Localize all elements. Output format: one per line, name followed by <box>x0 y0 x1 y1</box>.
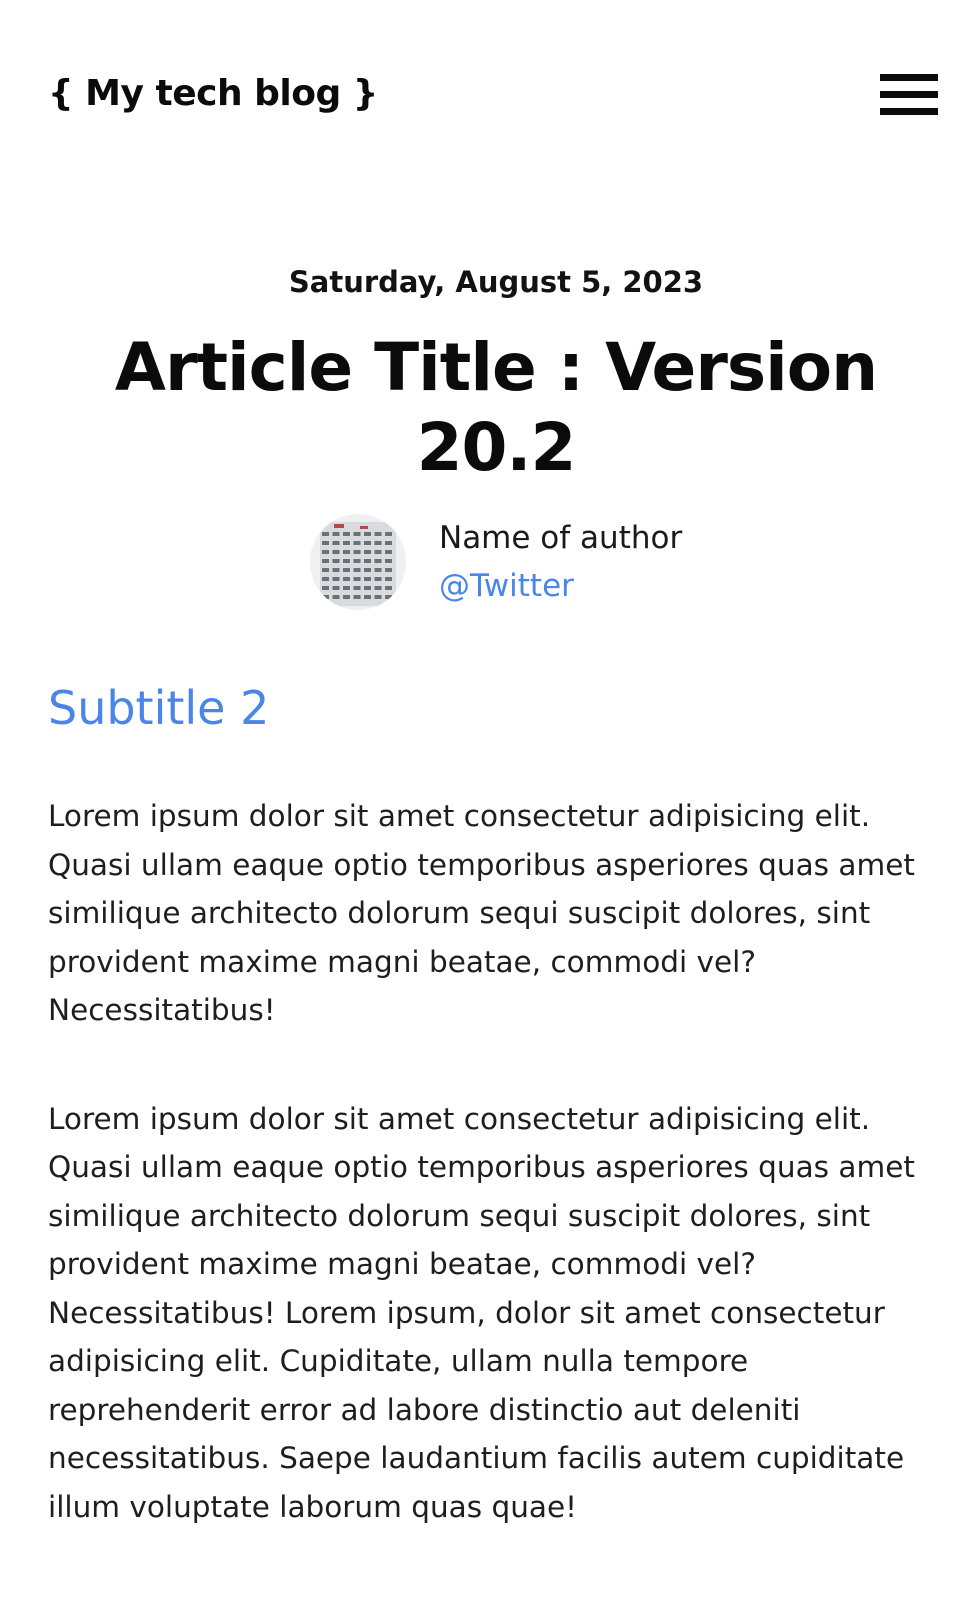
facade-window <box>364 559 371 563</box>
facade-window <box>353 559 361 563</box>
facade-window <box>332 568 340 572</box>
facade-window <box>343 541 350 545</box>
article-paragraph: Lorem ipsum dolor sit amet consectetur a… <box>48 1101 915 1524</box>
facade-window <box>364 532 371 536</box>
author-avatar <box>310 514 406 610</box>
facade-window <box>343 559 350 563</box>
facade-window <box>364 595 371 599</box>
facade-window <box>353 550 361 554</box>
author-name: Name of author <box>439 520 683 556</box>
facade-window <box>343 595 350 599</box>
facade-window <box>353 577 361 581</box>
author-block: Name of author @Twitter <box>48 508 944 618</box>
article-subtitle: Subtitle 2 <box>48 681 270 735</box>
facade-window <box>332 550 340 554</box>
facade-window <box>374 532 382 536</box>
menu-bar-top <box>880 74 938 81</box>
article: Saturday, August 5, 2023 Article Title :… <box>48 250 944 1531</box>
facade-window <box>343 577 350 581</box>
facade-window <box>322 532 329 536</box>
facade-window <box>322 541 329 545</box>
facade-window <box>322 595 329 599</box>
building-facade-photo <box>310 514 406 610</box>
facade-window <box>385 550 392 554</box>
facade-window <box>385 532 392 536</box>
menu-bar-middle <box>880 91 938 98</box>
facade-window <box>353 541 361 545</box>
facade-window <box>353 532 361 536</box>
article-paragraph: Lorem ipsum dolor sit amet consectetur a… <box>48 799 915 1027</box>
facade-window <box>353 586 361 590</box>
hamburger-menu-icon[interactable] <box>880 74 938 118</box>
facade-window <box>364 568 371 572</box>
facade-window <box>385 559 392 563</box>
facade-window <box>385 595 392 599</box>
facade-window <box>374 577 382 581</box>
facade-window <box>364 577 371 581</box>
facade-window <box>374 541 382 545</box>
facade-window <box>353 568 361 572</box>
facade-window <box>374 568 382 572</box>
facade-window <box>343 568 350 572</box>
facade-window <box>332 577 340 581</box>
facade-window <box>343 550 350 554</box>
facade-window <box>332 595 340 599</box>
facade-window <box>332 541 340 545</box>
site-logo-link[interactable]: { My tech blog } <box>48 70 378 118</box>
facade-window <box>353 595 361 599</box>
article-title: Article Title : Version 20.2 <box>114 329 878 486</box>
facade-window <box>322 550 329 554</box>
facade-window <box>322 577 329 581</box>
site-header: { My tech blog } <box>0 0 980 190</box>
menu-bar-bottom <box>880 108 938 115</box>
facade-window <box>374 595 382 599</box>
facade-window <box>332 559 340 563</box>
facade-window <box>343 532 350 536</box>
facade-window <box>385 568 392 572</box>
facade-window <box>374 586 382 590</box>
facade-window <box>374 550 382 554</box>
facade-window <box>343 586 350 590</box>
facade-window <box>332 532 340 536</box>
facade-window <box>332 586 340 590</box>
facade-window <box>322 568 329 572</box>
facade-window <box>322 586 329 590</box>
facade-window <box>385 541 392 545</box>
facade-window <box>385 577 392 581</box>
author-twitter-link[interactable]: @Twitter <box>439 566 574 606</box>
facade-window <box>364 541 371 545</box>
facade-window <box>364 550 371 554</box>
article-date: Saturday, August 5, 2023 <box>288 265 704 299</box>
facade-window <box>374 559 382 563</box>
facade-window <box>364 586 371 590</box>
facade-window <box>385 586 392 590</box>
facade-window <box>322 559 329 563</box>
